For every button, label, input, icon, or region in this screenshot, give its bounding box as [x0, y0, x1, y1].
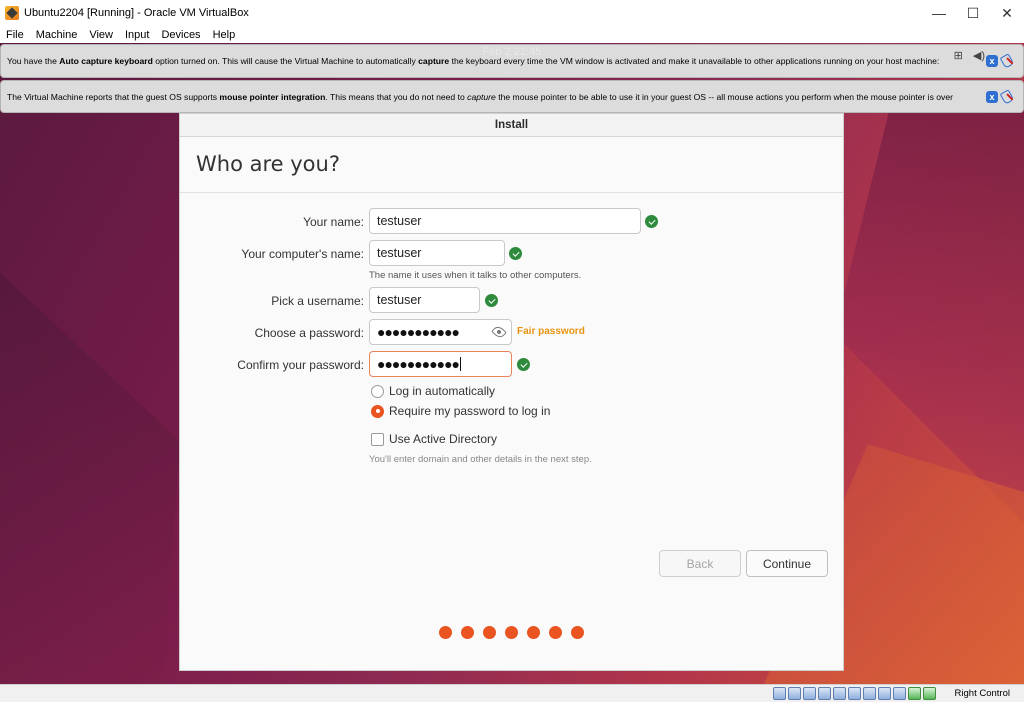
check-icon [485, 294, 498, 307]
progress-indicator [439, 626, 584, 639]
recording-icon[interactable] [878, 687, 891, 700]
notification-text: You have the Auto capture keyboard optio… [7, 56, 940, 66]
computer-name-field[interactable]: testuser [369, 240, 505, 266]
check-icon [517, 358, 530, 371]
your-name-field[interactable]: testuser [369, 208, 641, 234]
progress-dot [439, 626, 452, 639]
guest-tray-icons: ⊞ ◀) [954, 49, 985, 62]
menu-help[interactable]: Help [207, 29, 242, 41]
menu-file[interactable]: File [0, 29, 30, 41]
display-icon[interactable] [863, 687, 876, 700]
username-field[interactable]: testuser [369, 287, 480, 313]
computer-name-hint: The name it uses when it talks to other … [369, 270, 582, 281]
confirm-password-value: ●●●●●●●●●●● [377, 356, 460, 372]
username-label: Pick a username: [271, 294, 364, 308]
progress-dot [461, 626, 474, 639]
host-key-label: Right Control [954, 688, 1010, 699]
optical-drive-icon[interactable] [788, 687, 801, 700]
notification-actions: x [986, 55, 1015, 67]
active-directory-hint: You'll enter domain and other details in… [369, 454, 592, 465]
menu-devices[interactable]: Devices [155, 29, 206, 41]
page-title: Who are you? [196, 152, 340, 176]
radio-button-selected[interactable] [371, 404, 384, 418]
password-strength: Fair password [517, 326, 585, 337]
mouse-integration-status-icon[interactable] [908, 687, 921, 700]
check-icon [509, 247, 522, 260]
mouse-capture-icon[interactable] [1001, 55, 1015, 67]
progress-dot [549, 626, 562, 639]
radio-button[interactable] [371, 384, 384, 398]
installer-header: Install [180, 114, 843, 137]
confirm-password-label: Confirm your password: [237, 358, 364, 372]
progress-dot [571, 626, 584, 639]
network-adapter-icon[interactable] [818, 687, 831, 700]
vm-status-bar: Right Control [0, 684, 1024, 702]
close-notification-icon[interactable]: x [986, 90, 998, 103]
confirm-password-field[interactable]: ●●●●●●●●●●● [369, 351, 512, 377]
close-button[interactable]: ✕ [990, 0, 1024, 26]
virtualbox-app-icon [5, 6, 19, 20]
password-label: Choose a password: [254, 326, 364, 340]
shared-folders-icon[interactable] [848, 687, 861, 700]
installer-window: Install Who are you? Your name: testuser… [179, 113, 844, 671]
close-notification-icon[interactable]: x [986, 55, 998, 67]
wallpaper-shape [0, 273, 180, 684]
window-title: Ubuntu2204 [Running] - Oracle VM Virtual… [24, 7, 249, 19]
keyboard-capture-notification: You have the Auto capture keyboard optio… [0, 44, 1024, 78]
require-password-label: Require my password to log in [389, 404, 551, 418]
password-field[interactable]: ●●●●●●●●●●● [369, 319, 512, 345]
audio-icon[interactable] [803, 687, 816, 700]
menu-input[interactable]: Input [119, 29, 155, 41]
notification-actions: x [986, 90, 1015, 103]
maximize-button[interactable]: ☐ [956, 0, 990, 26]
progress-dot [505, 626, 518, 639]
menu-machine[interactable]: Machine [30, 29, 84, 41]
password-value: ●●●●●●●●●●● [377, 324, 460, 340]
your-name-label: Your name: [303, 215, 364, 229]
keyboard-capture-status-icon[interactable] [923, 687, 936, 700]
menu-bar: File Machine View Input Devices Help [0, 26, 1024, 43]
active-directory-label: Use Active Directory [389, 432, 498, 446]
minimize-button[interactable]: — [922, 0, 956, 26]
progress-dot [483, 626, 496, 639]
require-password-option[interactable]: Require my password to log in [371, 404, 550, 418]
show-password-icon[interactable] [491, 324, 507, 340]
divider [180, 192, 843, 193]
volume-icon: ◀) [972, 50, 985, 62]
active-directory-option[interactable]: Use Active Directory [371, 432, 497, 446]
continue-button[interactable]: Continue [746, 550, 828, 577]
hard-disk-icon[interactable] [773, 687, 786, 700]
menu-view[interactable]: View [83, 29, 119, 41]
status-icons [773, 687, 936, 700]
active-directory-checkbox[interactable] [371, 432, 384, 446]
usb-icon[interactable] [833, 687, 846, 700]
back-button[interactable]: Back [659, 550, 741, 577]
cpu-icon[interactable] [893, 687, 906, 700]
notification-text: The Virtual Machine reports that the gue… [7, 91, 953, 102]
login-automatically-label: Log in automatically [389, 384, 496, 398]
computer-name-label: Your computer's name: [241, 247, 364, 261]
window-titlebar: Ubuntu2204 [Running] - Oracle VM Virtual… [0, 0, 1024, 26]
login-automatically-option[interactable]: Log in automatically [371, 384, 495, 398]
text-caret [460, 357, 462, 371]
network-icon: ⊞ [953, 50, 963, 62]
progress-dot [527, 626, 540, 639]
check-icon [645, 215, 658, 228]
mouse-integration-icon[interactable] [1001, 91, 1015, 103]
window-controls: — ☐ ✕ [922, 0, 1024, 26]
mouse-integration-notification: The Virtual Machine reports that the gue… [0, 80, 1024, 113]
